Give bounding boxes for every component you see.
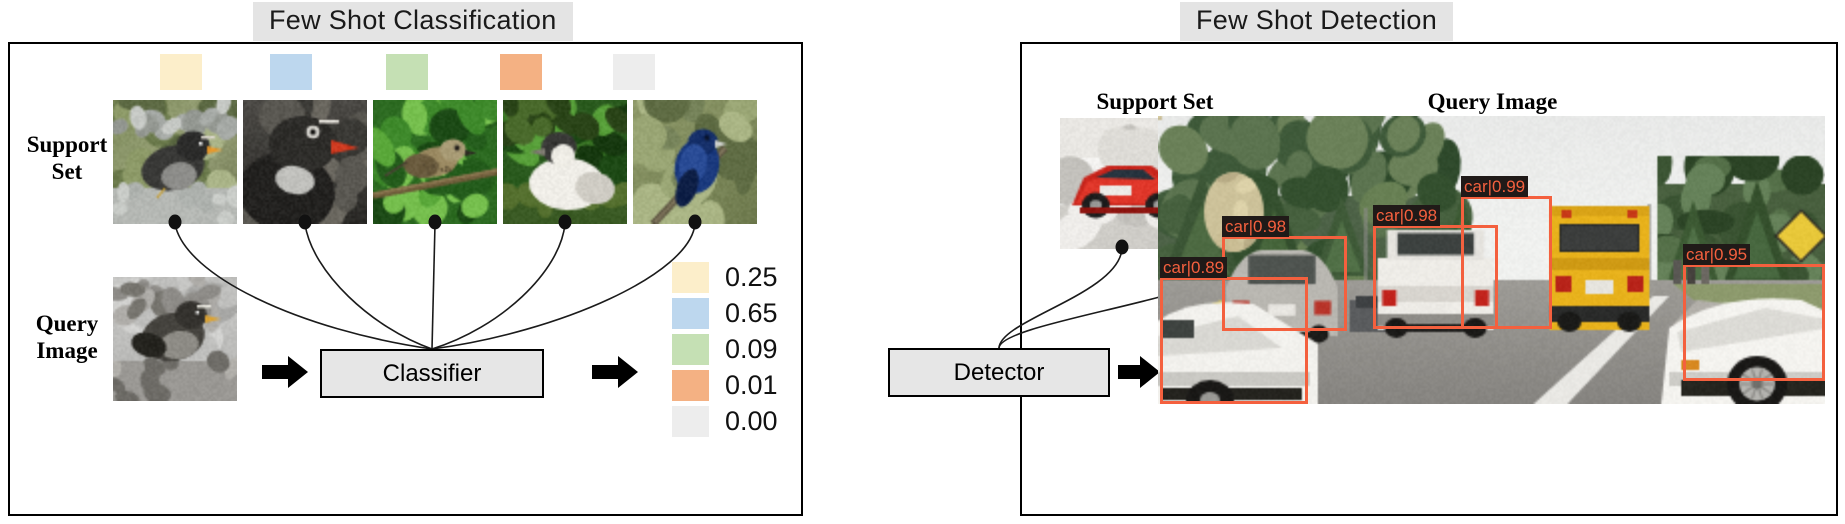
query-label-line1: Query <box>12 310 122 337</box>
support-set-label-left: Support Set <box>12 131 122 185</box>
bounding-box-label-3: car|0.89 <box>1160 257 1227 278</box>
panel-title-detection: Few Shot Detection <box>1180 2 1453 41</box>
query-image-label-right: Query Image <box>1370 88 1615 115</box>
support-set-label-line2: Set <box>12 158 122 185</box>
prediction-row-0: 0.25 <box>672 262 778 293</box>
prediction-row-1: 0.65 <box>672 298 778 329</box>
detector-box-label: Detector <box>954 359 1045 387</box>
support-image-4[interactable] <box>633 100 757 224</box>
class-swatch-3 <box>500 54 542 90</box>
classifier-box-label: Classifier <box>383 360 482 388</box>
class-swatch-1 <box>270 54 312 90</box>
prediction-row-3: 0.01 <box>672 370 778 401</box>
classifier-box[interactable]: Classifier <box>320 349 544 398</box>
prediction-swatch-1 <box>672 298 709 329</box>
class-swatch-0 <box>160 54 202 90</box>
bounding-box-2 <box>1461 196 1552 329</box>
prediction-swatch-3 <box>672 370 709 401</box>
bounding-box-label-0: car|0.98 <box>1222 216 1289 237</box>
panel-title-classification: Few Shot Classification <box>253 2 573 41</box>
prediction-swatch-0 <box>672 262 709 293</box>
query-image-left[interactable] <box>113 277 237 401</box>
bounding-box-label-4: car|0.95 <box>1683 244 1750 265</box>
bounding-box-layer: car|0.98 car|0.98 car|0.99 car|0.89 car|0.95 <box>1158 116 1825 404</box>
support-image-2[interactable] <box>373 100 497 224</box>
query-image-label-left: Query Image <box>12 310 122 364</box>
query-label-line2: Image <box>12 337 122 364</box>
prediction-swatch-4 <box>672 406 709 437</box>
support-set-label-right: Support Set <box>1035 88 1275 115</box>
class-swatch-2 <box>386 54 428 90</box>
bounding-box-label-1: car|0.98 <box>1373 205 1440 226</box>
detector-box[interactable]: Detector <box>888 348 1110 397</box>
class-swatch-4 <box>613 54 655 90</box>
prediction-swatch-2 <box>672 334 709 365</box>
prediction-value-3: 0.01 <box>725 372 778 399</box>
arrow-query-to-classifier <box>262 356 308 390</box>
bounding-box-3 <box>1160 277 1308 404</box>
support-image-0[interactable] <box>113 100 237 224</box>
arrow-classifier-to-predictions <box>592 356 638 390</box>
prediction-legend: 0.25 0.65 0.09 0.01 0.00 <box>672 262 778 442</box>
prediction-value-1: 0.65 <box>725 300 778 327</box>
bounding-box-label-2: car|0.99 <box>1461 176 1528 197</box>
bounding-box-4 <box>1683 264 1825 381</box>
arrow-detector-to-query <box>1118 356 1160 390</box>
prediction-value-4: 0.00 <box>725 408 778 435</box>
prediction-row-2: 0.09 <box>672 334 778 365</box>
figure-root: Few Shot Classification Few Shot Detecti… <box>0 0 1845 524</box>
prediction-value-2: 0.09 <box>725 336 778 363</box>
prediction-value-0: 0.25 <box>725 264 778 291</box>
support-image-1[interactable] <box>243 100 367 224</box>
prediction-row-4: 0.00 <box>672 406 778 437</box>
support-image-3[interactable] <box>503 100 627 224</box>
support-set-label-line1: Support <box>12 131 122 158</box>
